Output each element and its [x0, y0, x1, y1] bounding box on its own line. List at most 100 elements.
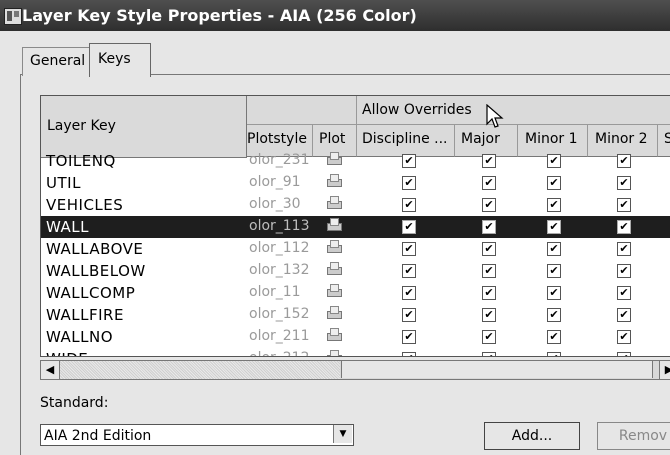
override-checkbox[interactable]: ✔	[482, 154, 496, 168]
plotstyle-cell[interactable]: olor_212	[249, 350, 310, 356]
chevron-down-icon[interactable]: ▼	[333, 425, 352, 443]
layer-key-cell[interactable]: UTIL	[46, 174, 81, 192]
override-checkbox[interactable]: ✔	[617, 264, 631, 278]
override-checkbox[interactable]: ✔	[482, 198, 496, 212]
horizontal-scrollbar[interactable]: ◀ ▶	[40, 360, 670, 380]
layer-key-cell[interactable]: VEHICLES	[46, 196, 123, 214]
plot-cell[interactable]	[326, 151, 342, 169]
column-header-layer-key[interactable]: Layer Key	[41, 96, 247, 158]
standard-select[interactable]: AIA 2nd Edition ▼	[40, 424, 354, 446]
printer-icon[interactable]	[326, 195, 342, 209]
override-checkbox[interactable]: ✔	[617, 352, 631, 356]
override-checkbox[interactable]: ✔	[547, 352, 561, 356]
scroll-track[interactable]	[60, 361, 340, 379]
table-row[interactable]: WIDE olor_212 ✔ ✔ ✔ ✔	[41, 348, 670, 356]
plot-cell[interactable]	[326, 305, 342, 323]
override-checkbox[interactable]: ✔	[482, 264, 496, 278]
printer-icon[interactable]	[326, 261, 342, 275]
override-checkbox[interactable]: ✔	[482, 286, 496, 300]
printer-icon[interactable]	[326, 151, 342, 165]
override-checkbox[interactable]: ✔	[617, 330, 631, 344]
printer-icon[interactable]	[326, 173, 342, 187]
override-checkbox[interactable]: ✔	[547, 220, 561, 234]
plotstyle-cell[interactable]: olor_152	[249, 306, 310, 322]
table-row[interactable]: WALLABOVE olor_112 ✔ ✔ ✔ ✔	[41, 238, 670, 260]
plotstyle-cell[interactable]: olor_231	[249, 152, 310, 168]
layer-key-cell[interactable]: WALLFIRE	[46, 306, 124, 324]
layer-key-cell[interactable]: WIDE	[46, 350, 88, 356]
remove-button[interactable]: Remov	[597, 422, 670, 450]
plotstyle-cell[interactable]: olor_91	[249, 174, 301, 190]
override-checkbox[interactable]: ✔	[547, 286, 561, 300]
override-checkbox[interactable]: ✔	[482, 176, 496, 190]
override-checkbox[interactable]: ✔	[547, 198, 561, 212]
override-checkbox[interactable]: ✔	[482, 242, 496, 256]
plot-cell[interactable]	[326, 217, 342, 235]
scroll-thumb[interactable]	[341, 361, 653, 378]
printer-icon[interactable]	[326, 283, 342, 297]
table-row[interactable]: WALLNO olor_211 ✔ ✔ ✔ ✔	[41, 326, 670, 348]
override-checkbox[interactable]: ✔	[547, 154, 561, 168]
tab-keys[interactable]: Keys	[89, 43, 151, 77]
plotstyle-cell[interactable]: olor_113	[249, 218, 310, 234]
plot-cell[interactable]	[326, 327, 342, 345]
override-checkbox[interactable]: ✔	[547, 308, 561, 322]
table-row[interactable]: UTIL olor_91 ✔ ✔ ✔ ✔	[41, 172, 670, 194]
tab-general[interactable]: General	[22, 47, 90, 76]
table-row[interactable]: WALLCOMP olor_11 ✔ ✔ ✔ ✔	[41, 282, 670, 304]
plot-cell[interactable]	[326, 239, 342, 257]
table-row[interactable]: VEHICLES olor_30 ✔ ✔ ✔ ✔	[41, 194, 670, 216]
layer-key-cell[interactable]: WALLABOVE	[46, 240, 143, 258]
plot-cell[interactable]	[326, 261, 342, 279]
plot-cell[interactable]	[326, 195, 342, 213]
override-checkbox[interactable]: ✔	[617, 242, 631, 256]
override-checkbox[interactable]: ✔	[402, 154, 416, 168]
override-checkbox[interactable]: ✔	[547, 176, 561, 190]
layer-key-cell[interactable]: TOILENQ	[46, 152, 116, 170]
table-row[interactable]: TOILENQ olor_231 ✔ ✔ ✔ ✔	[41, 150, 670, 172]
plotstyle-cell[interactable]: olor_11	[249, 284, 301, 300]
override-checkbox[interactable]: ✔	[482, 220, 496, 234]
override-checkbox[interactable]: ✔	[547, 242, 561, 256]
plotstyle-cell[interactable]: olor_30	[249, 196, 301, 212]
override-checkbox[interactable]: ✔	[547, 264, 561, 278]
plot-cell[interactable]	[326, 349, 342, 356]
table-row[interactable]: WALL olor_113 ✔ ✔ ✔ ✔	[41, 216, 670, 238]
plot-cell[interactable]	[326, 283, 342, 301]
override-checkbox[interactable]: ✔	[402, 330, 416, 344]
table-row[interactable]: WALLFIRE olor_152 ✔ ✔ ✔ ✔	[41, 304, 670, 326]
layer-key-cell[interactable]: WALL	[46, 218, 89, 236]
override-checkbox[interactable]: ✔	[482, 308, 496, 322]
printer-icon[interactable]	[326, 305, 342, 319]
printer-icon[interactable]	[326, 327, 342, 341]
scroll-left-button[interactable]: ◀	[41, 361, 60, 379]
plot-cell[interactable]	[326, 173, 342, 191]
override-checkbox[interactable]: ✔	[482, 352, 496, 356]
scroll-right-button[interactable]: ▶	[659, 361, 670, 379]
override-checkbox[interactable]: ✔	[617, 308, 631, 322]
override-checkbox[interactable]: ✔	[617, 286, 631, 300]
table-row[interactable]: WALLBELOW olor_132 ✔ ✔ ✔ ✔	[41, 260, 670, 282]
add-button[interactable]: Add...	[484, 422, 580, 450]
printer-icon[interactable]	[326, 239, 342, 253]
layer-key-cell[interactable]: WALLNO	[46, 328, 113, 346]
layer-key-cell[interactable]: WALLCOMP	[46, 284, 135, 302]
override-checkbox[interactable]: ✔	[617, 154, 631, 168]
printer-icon[interactable]	[326, 217, 342, 231]
printer-icon[interactable]	[326, 349, 342, 356]
override-checkbox[interactable]: ✔	[402, 242, 416, 256]
override-checkbox[interactable]: ✔	[402, 220, 416, 234]
layer-key-cell[interactable]: WALLBELOW	[46, 262, 146, 280]
override-checkbox[interactable]: ✔	[482, 330, 496, 344]
override-checkbox[interactable]: ✔	[617, 176, 631, 190]
override-checkbox[interactable]: ✔	[402, 176, 416, 190]
override-checkbox[interactable]: ✔	[402, 198, 416, 212]
override-checkbox[interactable]: ✔	[402, 352, 416, 356]
override-checkbox[interactable]: ✔	[617, 198, 631, 212]
override-checkbox[interactable]: ✔	[402, 264, 416, 278]
override-checkbox[interactable]: ✔	[547, 330, 561, 344]
layer-keys-grid[interactable]: Layer Key Allow Overrides Plotstyle Plot…	[40, 95, 670, 357]
override-checkbox[interactable]: ✔	[617, 220, 631, 234]
plotstyle-cell[interactable]: olor_132	[249, 262, 310, 278]
plotstyle-cell[interactable]: olor_112	[249, 240, 310, 256]
